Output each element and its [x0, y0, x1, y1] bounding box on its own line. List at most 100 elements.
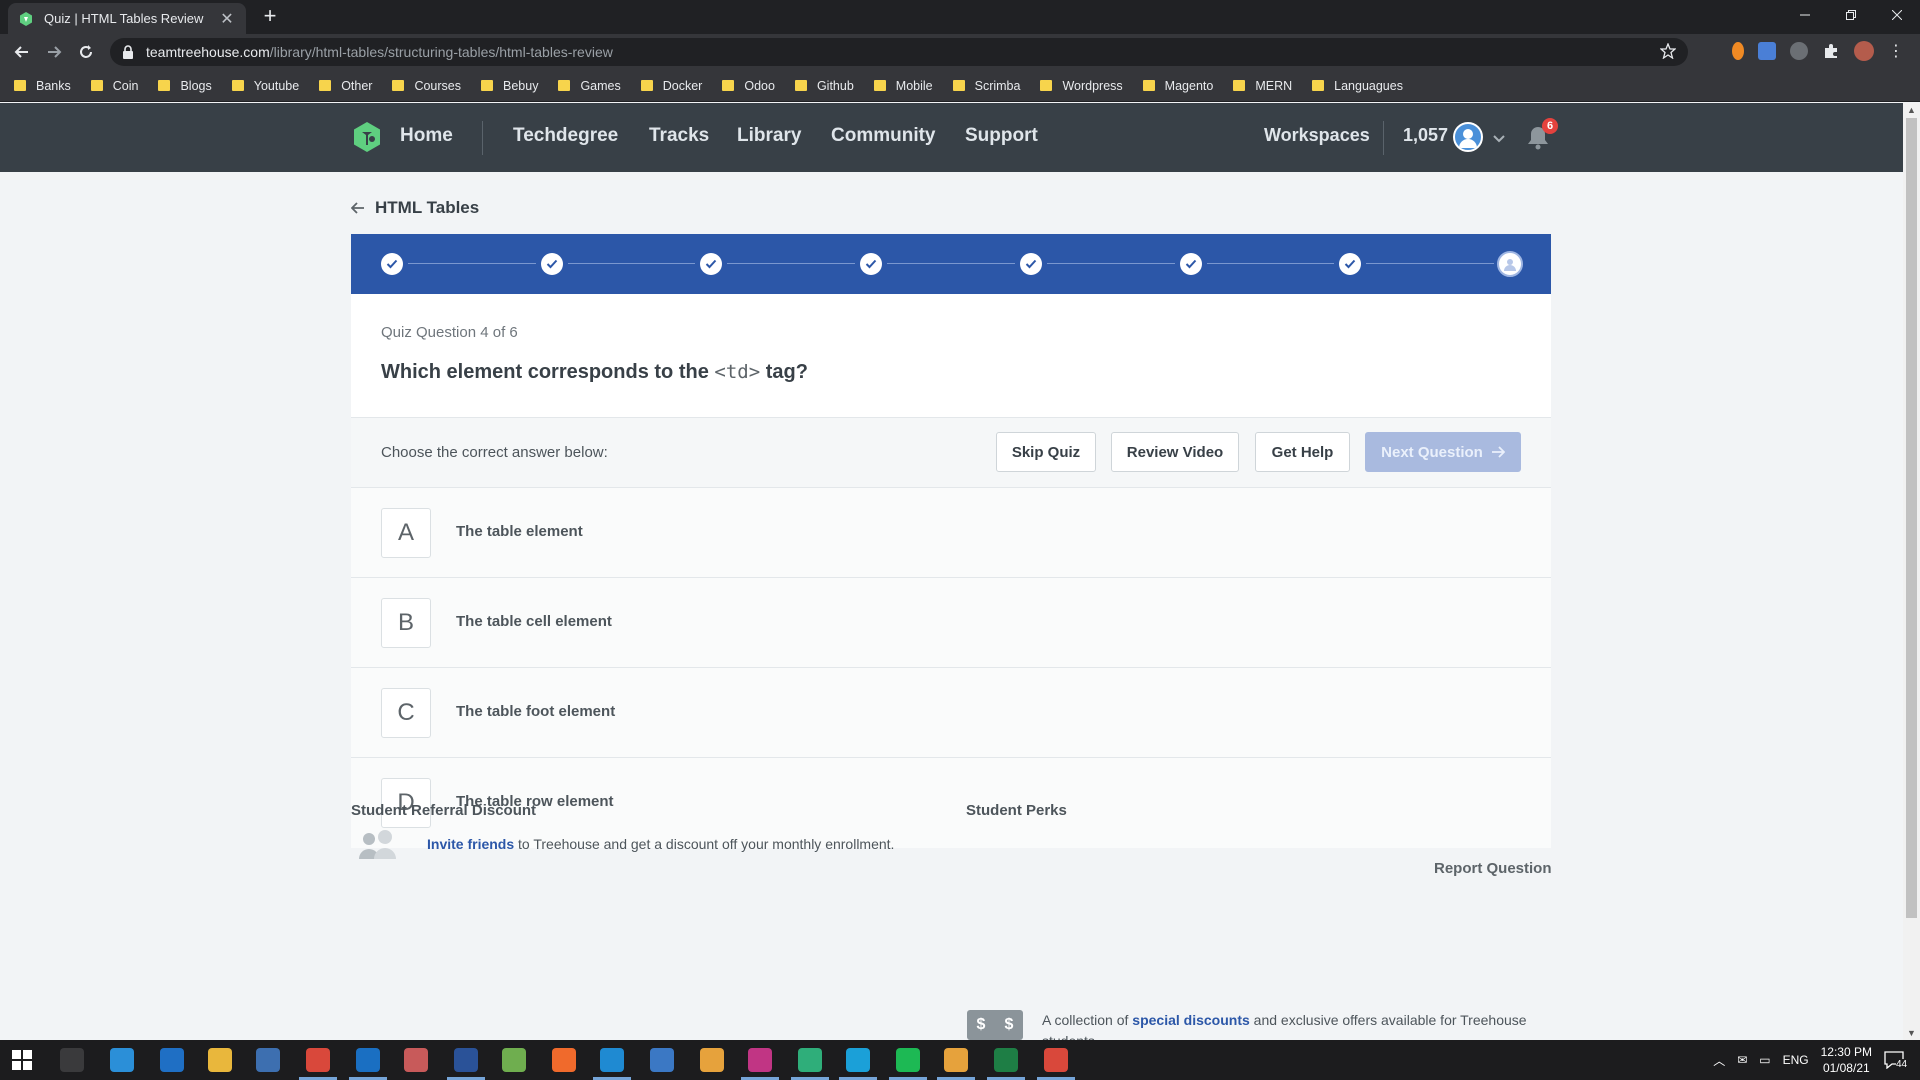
answer-option[interactable]: A The table element	[351, 488, 1551, 578]
bookmark-folder[interactable]: MERN	[1233, 79, 1292, 93]
puzzle-icon[interactable]	[1822, 42, 1840, 60]
report-question-link[interactable]: Report Question	[1434, 860, 1552, 877]
nav-techdegree[interactable]: Techdegree	[513, 125, 618, 147]
bookmark-folder[interactable]: Other	[319, 79, 372, 93]
nav-tracks[interactable]: Tracks	[649, 125, 709, 147]
chrome-icon[interactable]	[306, 1048, 330, 1072]
language-indicator[interactable]: ENG	[1783, 1053, 1809, 1067]
bookmarks-bar: Banks Coin Blogs Youtube Other Courses Bebuy Ga…	[0, 70, 1920, 102]
datagrip-icon[interactable]	[798, 1048, 822, 1072]
translate-extension-icon[interactable]	[1758, 42, 1776, 60]
restore-icon[interactable]	[1828, 0, 1874, 30]
new-tab-button[interactable]: +	[258, 4, 282, 28]
file-explorer-icon[interactable]	[208, 1048, 232, 1072]
minimize-icon[interactable]	[1782, 0, 1828, 30]
referral-desc: to Treehouse and get a discount off your…	[514, 836, 895, 852]
back-arrow-icon[interactable]	[8, 38, 36, 66]
vs-icon[interactable]	[454, 1048, 478, 1072]
referral-text: Invite friends to Treehouse and get a di…	[427, 836, 894, 852]
bookmark-folder[interactable]: Github	[794, 79, 854, 93]
ie-icon[interactable]	[160, 1048, 184, 1072]
task-view-icon[interactable]	[60, 1048, 84, 1072]
answer-option[interactable]: B The table cell element	[351, 578, 1551, 668]
extension-icon[interactable]	[1732, 42, 1744, 60]
postman-icon[interactable]	[552, 1048, 576, 1072]
bookmark-folder[interactable]: Mobile	[873, 79, 933, 93]
bookmark-label: Coin	[112, 78, 139, 93]
user-avatar[interactable]	[1453, 122, 1483, 152]
chevron-down-icon[interactable]	[1492, 131, 1506, 149]
bookmark-folder[interactable]: Wordpress	[1040, 79, 1123, 93]
outlook-icon[interactable]	[356, 1048, 380, 1072]
bookmark-folder[interactable]: Odoo	[722, 79, 775, 93]
close-window-icon[interactable]	[1874, 0, 1920, 30]
scroll-thumb[interactable]	[1906, 118, 1917, 918]
edge-icon[interactable]	[110, 1048, 134, 1072]
invite-friends-link[interactable]: Invite friends	[427, 836, 514, 852]
chevron-up-icon[interactable]: ︿	[1713, 1052, 1725, 1069]
windows-start-icon[interactable]	[12, 1050, 32, 1070]
notepad-icon[interactable]	[502, 1048, 526, 1072]
app-icon[interactable]	[650, 1048, 674, 1072]
bookmark-label: Odoo	[744, 78, 775, 93]
answer-option[interactable]: C The table foot element	[351, 668, 1551, 758]
settings-extension-icon[interactable]	[1790, 42, 1808, 60]
chrome-active-icon[interactable]	[1044, 1048, 1068, 1072]
bookmark-folder[interactable]: Scrimba	[952, 79, 1020, 93]
nav-divider	[1383, 121, 1384, 155]
nav-workspaces[interactable]: Workspaces	[1264, 125, 1370, 146]
nav-library[interactable]: Library	[737, 125, 801, 147]
snipping-icon[interactable]	[404, 1048, 428, 1072]
get-help-button[interactable]: Get Help	[1255, 432, 1350, 472]
next-question-button[interactable]: Next Question	[1365, 432, 1521, 472]
bookmark-folder[interactable]: Languagues	[1312, 79, 1403, 93]
nav-home[interactable]: Home	[400, 125, 453, 147]
webstorm-icon[interactable]	[846, 1048, 870, 1072]
bookmark-folder[interactable]: Banks	[14, 79, 71, 93]
scroll-down-icon[interactable]: ▼	[1903, 1026, 1920, 1040]
browser-menu-icon[interactable]: ⋮	[1888, 41, 1904, 61]
nav-community[interactable]: Community	[831, 125, 936, 147]
review-video-button[interactable]: Review Video	[1111, 432, 1239, 472]
mail-icon[interactable]: ✉	[1737, 1053, 1747, 1067]
vscode-icon[interactable]	[600, 1048, 624, 1072]
bookmark-folder[interactable]: Docker	[640, 79, 702, 93]
bookmark-star-icon[interactable]	[1659, 42, 1677, 64]
excel-icon[interactable]	[994, 1048, 1018, 1072]
skip-quiz-button[interactable]: Skip Quiz	[996, 432, 1096, 472]
profile-avatar[interactable]	[1854, 41, 1874, 61]
nav-support[interactable]: Support	[965, 125, 1038, 147]
special-discounts-link[interactable]: special discounts	[1132, 1012, 1249, 1028]
bookmark-folder[interactable]: Courses	[392, 79, 461, 93]
clock[interactable]: 12:30 PM 01/08/21	[1821, 1044, 1872, 1076]
points-count: 1,057	[1403, 125, 1449, 145]
page-scrollbar[interactable]: ▲ ▼	[1903, 103, 1920, 1040]
store-icon[interactable]	[256, 1048, 280, 1072]
bookmark-folder[interactable]: Blogs	[158, 79, 212, 93]
lock-icon	[122, 45, 136, 59]
browser-tab[interactable]: Quiz | HTML Tables Review ✕	[8, 3, 246, 34]
perks-title: Student Perks	[966, 802, 1067, 819]
bookmark-folder[interactable]: Magento	[1142, 79, 1213, 93]
action-center-icon[interactable]: 44	[1884, 1051, 1912, 1070]
spotify-icon[interactable]	[896, 1048, 920, 1072]
slack2-icon[interactable]	[944, 1048, 968, 1072]
bookmark-folder[interactable]: Coin	[90, 78, 139, 93]
slack-icon[interactable]	[700, 1048, 724, 1072]
bookmark-folder[interactable]: Games	[558, 79, 621, 93]
bookmark-folder[interactable]: Youtube	[231, 79, 299, 93]
intellij-icon[interactable]	[748, 1048, 772, 1072]
tab-close-icon[interactable]: ✕	[218, 9, 236, 29]
treehouse-logo-icon[interactable]	[351, 121, 383, 153]
bookmark-label: MERN	[1255, 78, 1293, 93]
scroll-up-icon[interactable]: ▲	[1903, 103, 1920, 117]
reload-icon[interactable]	[72, 38, 100, 66]
window-controls	[1782, 0, 1920, 30]
address-bar[interactable]: teamtreehouse.com/library/html-tables/st…	[110, 38, 1688, 66]
clock-time: 12:30 PM	[1820, 1045, 1872, 1059]
network-icon[interactable]: ▭	[1759, 1053, 1770, 1067]
folder-icon	[640, 80, 653, 91]
bookmark-folder[interactable]: Bebuy	[481, 79, 538, 93]
forward-arrow-icon[interactable]	[40, 38, 68, 66]
back-to-course-link[interactable]: HTML Tables	[351, 198, 479, 218]
